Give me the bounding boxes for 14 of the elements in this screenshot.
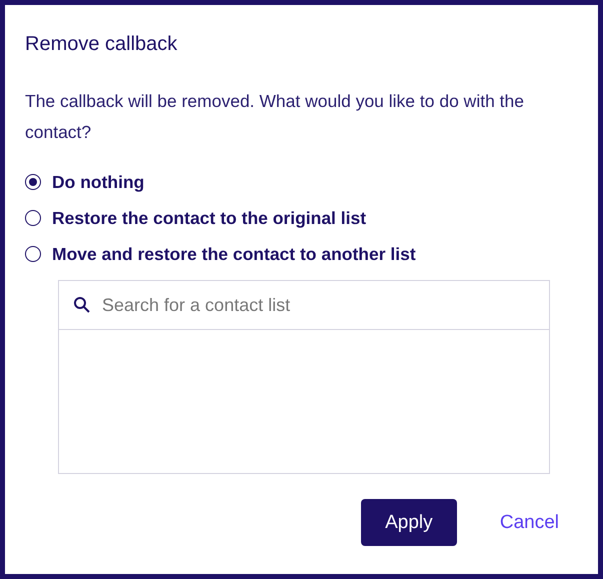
option-label: Restore the contact to the original list: [52, 207, 366, 230]
radio-button[interactable]: [25, 246, 41, 262]
cancel-button[interactable]: Cancel: [500, 512, 559, 534]
search-icon: [73, 296, 91, 314]
radio-button[interactable]: [25, 210, 41, 226]
dialog-message: The callback will be removed. What would you like to do with the contact?: [25, 90, 525, 144]
option-label: Move and restore the contact to another list: [52, 243, 416, 266]
radio-option[interactable]: Restore the contact to the original list: [25, 206, 578, 230]
apply-button[interactable]: Apply: [360, 499, 457, 546]
radio-button[interactable]: [25, 174, 41, 190]
radio-option[interactable]: Do nothing: [25, 170, 578, 194]
dialog-title: Remove callback: [25, 32, 178, 57]
option-label: Do nothing: [52, 171, 144, 194]
radio-option[interactable]: Move and restore the contact to another list: [25, 242, 578, 266]
